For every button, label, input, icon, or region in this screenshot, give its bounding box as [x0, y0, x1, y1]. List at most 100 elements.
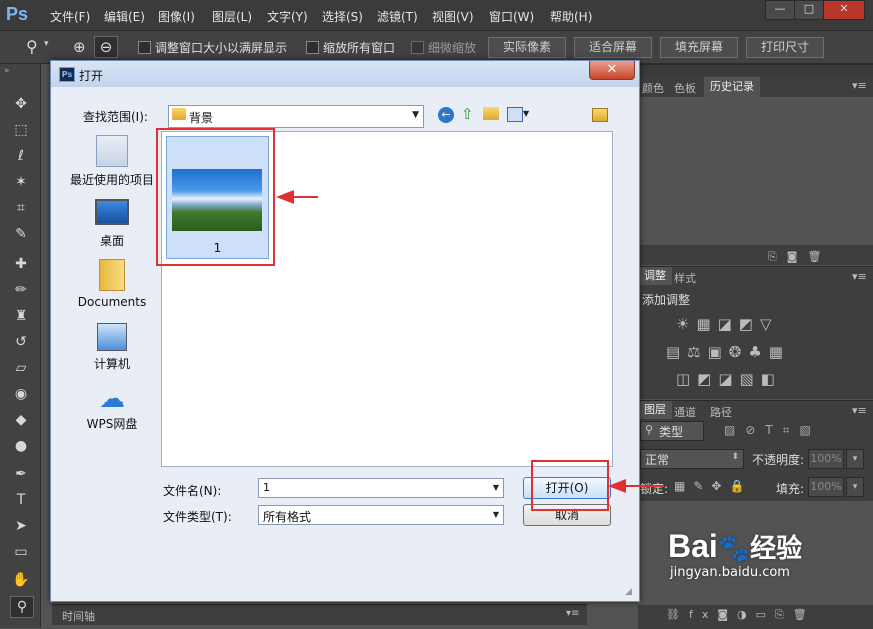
zoom-tool-active-icon[interactable]: ⚲	[10, 596, 34, 618]
fill-input[interactable]: 100%	[808, 477, 844, 497]
history-brush-icon[interactable]: ↺	[10, 332, 32, 352]
eyedropper-icon[interactable]: ✎	[10, 224, 32, 244]
stamp-tool-icon[interactable]: ♜	[10, 306, 32, 326]
maximize-button[interactable]: □	[794, 0, 824, 20]
tool-preset-chevron-icon[interactable]: ▾	[44, 39, 49, 49]
filetype-select[interactable]: 所有格式 ▼	[258, 505, 504, 525]
place-computer-label: 计算机	[93, 357, 130, 371]
dialog-titlebar[interactable]: Ps 打开 ✕	[51, 61, 639, 87]
annotation-box-open	[531, 460, 609, 511]
layers-footer-icons[interactable]: ⛓fx◙◑▭⎘🗑	[666, 608, 816, 622]
up-folder-icon[interactable]: ⇧	[461, 105, 474, 123]
adjustment-icons-row3[interactable]: ◫◩◪▧◧	[676, 370, 782, 388]
collapse-icon[interactable]: »	[4, 66, 10, 76]
menu-edit[interactable]: 编辑(E)	[104, 8, 145, 25]
timeline-menu-icon[interactable]: ▾≡	[566, 608, 579, 619]
computer-icon	[97, 323, 127, 351]
pen-tool-icon[interactable]: ✒	[10, 464, 32, 484]
tab-swatches[interactable]: 色板	[674, 80, 696, 96]
crop-tool-icon[interactable]: ⌗	[10, 198, 32, 218]
menu-file[interactable]: 文件(F)	[50, 8, 90, 25]
filename-chevron-icon[interactable]: ▼	[493, 483, 499, 492]
window-close-button[interactable]: ✕	[823, 0, 865, 20]
brush-tool-icon[interactable]: ✏	[10, 280, 32, 300]
zoom-out-icon[interactable]: ⊖	[94, 36, 118, 58]
menu-view[interactable]: 视图(V)	[432, 8, 474, 25]
blur-tool-icon[interactable]: ◆	[10, 410, 32, 430]
zoom-all-checkbox[interactable]	[306, 41, 319, 54]
view-menu-icon[interactable]	[507, 107, 523, 122]
zoom-in-icon[interactable]: ⊕	[73, 38, 86, 56]
menu-image[interactable]: 图像(I)	[158, 8, 195, 25]
layers-menu-icon[interactable]: ▾≡	[852, 404, 867, 417]
menu-window[interactable]: 窗口(W)	[489, 8, 534, 25]
fill-chevron-icon[interactable]: ▾	[846, 477, 864, 497]
timeline-label[interactable]: 时间轴	[62, 608, 95, 624]
favorite-folder-icon[interactable]	[592, 108, 608, 122]
filter-kind-label: 类型	[659, 425, 684, 439]
tab-history[interactable]: 历史记录	[704, 77, 760, 97]
shape-tool-icon[interactable]: ▭	[10, 542, 32, 562]
tab-layers[interactable]: 图层	[638, 401, 672, 419]
hand-tool-icon[interactable]: ✋	[10, 570, 32, 590]
fit-window-checkbox[interactable]	[138, 41, 151, 54]
healing-brush-icon[interactable]: ✚	[10, 254, 32, 274]
tab-channels[interactable]: 通道	[674, 404, 696, 420]
actual-pixels-button[interactable]: 实际像素	[488, 37, 566, 58]
fill-screen-button[interactable]: 填充屏幕	[660, 37, 738, 58]
menu-help[interactable]: 帮助(H)	[550, 8, 592, 25]
dodge-tool-icon[interactable]: ●	[10, 436, 32, 456]
lookin-select[interactable]: 背景 ▼	[168, 105, 424, 128]
place-documents[interactable]: Documents	[65, 259, 159, 309]
print-size-button[interactable]: 打印尺寸	[746, 37, 824, 58]
path-select-icon[interactable]: ➤	[10, 516, 32, 536]
lasso-tool-icon[interactable]: ℓ	[10, 146, 32, 166]
dialog-close-button[interactable]: ✕	[589, 61, 635, 80]
type-tool-icon[interactable]: T	[10, 490, 32, 510]
minimize-button[interactable]: —	[765, 0, 795, 20]
scrubby-zoom-checkbox[interactable]	[411, 41, 424, 54]
move-tool-icon[interactable]: ✥	[10, 94, 32, 114]
tab-color[interactable]: 颜色	[642, 80, 664, 96]
filename-input[interactable]: 1 ▼	[258, 478, 504, 498]
history-panel: 颜色 色板 历史记录 ▾≡ ⎘◙🗑	[638, 64, 873, 265]
watermark-brand: Bai	[668, 528, 718, 564]
eraser-tool-icon[interactable]: ▱	[10, 358, 32, 378]
place-desktop[interactable]: 桌面	[65, 199, 159, 249]
adjust-menu-icon[interactable]: ▾≡	[852, 270, 867, 283]
places-bar: 最近使用的项目 桌面 Documents 计算机 ☁ WPS网盘	[65, 131, 159, 543]
place-wps-cloud[interactable]: ☁ WPS网盘	[65, 385, 159, 432]
layer-filter-select[interactable]: ⚲ 类型	[640, 421, 704, 441]
menu-filter[interactable]: 滤镜(T)	[377, 8, 418, 25]
opacity-chevron-icon[interactable]: ▾	[846, 449, 864, 469]
fit-screen-button[interactable]: 适合屏幕	[574, 37, 652, 58]
tab-paths[interactable]: 路径	[710, 404, 732, 420]
tab-styles[interactable]: 样式	[674, 270, 696, 286]
magic-wand-icon[interactable]: ✶	[10, 172, 32, 192]
fit-window-label: 调整窗口大小以满屏显示	[155, 41, 288, 55]
back-icon[interactable]: ←	[438, 107, 454, 123]
menu-type[interactable]: 文字(Y)	[267, 8, 308, 25]
menu-select[interactable]: 选择(S)	[322, 8, 363, 25]
zoom-tool-icon[interactable]: ⚲	[26, 37, 38, 56]
opacity-input[interactable]: 100%	[808, 449, 844, 469]
new-folder-icon[interactable]	[483, 107, 499, 120]
history-footer-icons[interactable]: ⎘◙🗑	[768, 250, 831, 264]
dialog-title: 打开	[79, 69, 104, 83]
resize-grip-icon[interactable]: ◢	[625, 587, 632, 597]
panel-menu-icon[interactable]: ▾≡	[852, 79, 867, 92]
layer-filter-icons[interactable]: ▨⊘T⌗▧	[724, 423, 821, 438]
place-recent[interactable]: 最近使用的项目	[65, 135, 159, 188]
marquee-tool-icon[interactable]: ⬚	[10, 120, 32, 140]
view-chevron-icon[interactable]: ▼	[523, 109, 529, 118]
lookin-chevron-icon: ▼	[412, 110, 419, 120]
blend-mode-select[interactable]: 正常 ⬍	[640, 449, 744, 469]
place-computer[interactable]: 计算机	[65, 323, 159, 372]
adjustment-icons-row1[interactable]: ☀▦◪◩▽	[676, 315, 779, 333]
menu-layer[interactable]: 图层(L)	[212, 8, 252, 25]
filename-label: 文件名(N):	[163, 484, 222, 498]
lock-icons[interactable]: ▦✎✥🔒	[674, 479, 752, 493]
paint-bucket-icon[interactable]: ◉	[10, 384, 32, 404]
tab-adjustments[interactable]: 调整	[638, 267, 672, 285]
adjustment-icons-row2[interactable]: ▤⚖▣❂♣▦	[666, 343, 790, 361]
